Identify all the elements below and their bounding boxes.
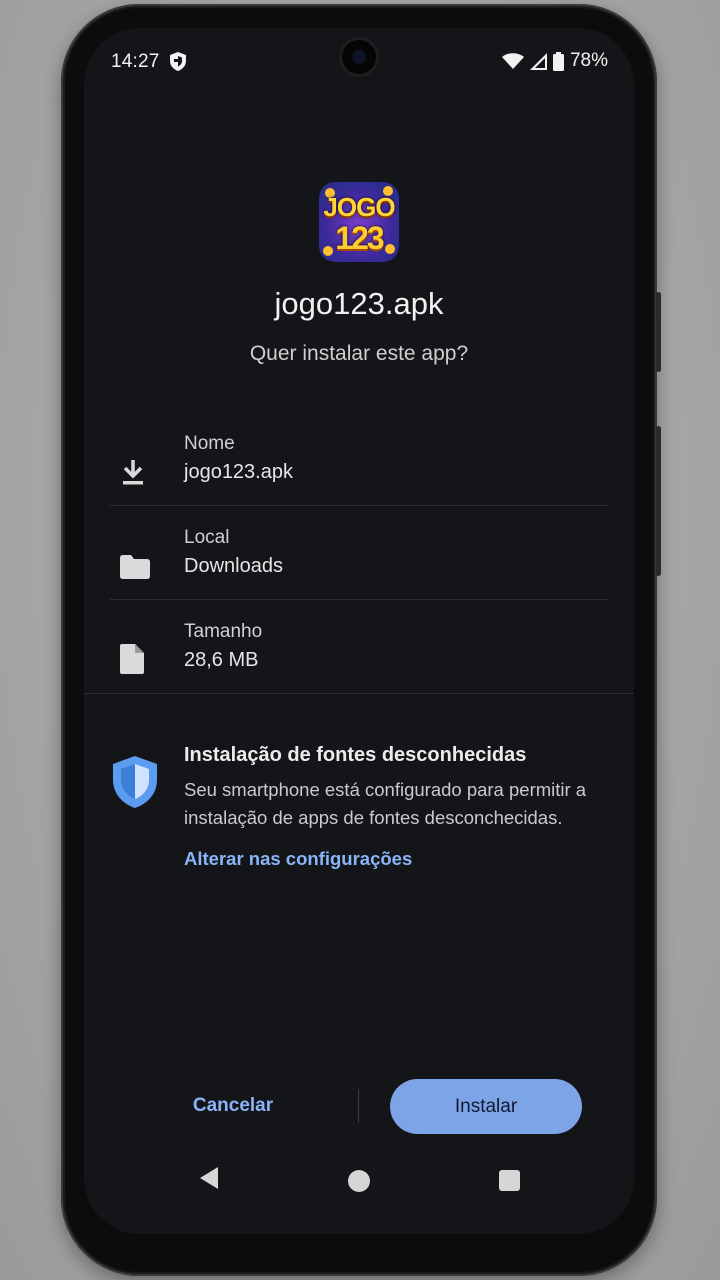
folder-icon — [120, 555, 150, 585]
section-divider — [84, 693, 634, 694]
app-icon: JOGO 123 — [319, 182, 399, 262]
detail-value: Downloads — [184, 555, 283, 577]
wifi-icon — [501, 53, 524, 69]
download-icon — [120, 458, 148, 488]
settings-link[interactable]: Alterar nas configurações — [184, 848, 412, 870]
shield-icon — [113, 756, 157, 813]
install-question: Quer instalar este app? — [249, 342, 469, 365]
signal-icon — [529, 52, 547, 70]
detail-label: Tamanho — [184, 621, 263, 642]
app-icon-text-top: JOGO — [323, 192, 395, 222]
detail-row-location: Local Downloads — [110, 522, 608, 616]
app-title: jogo123.apk — [274, 286, 444, 321]
status-right: 78% — [501, 50, 608, 72]
warning-text: Seu smartphone está configurado para per… — [184, 779, 587, 828]
detail-label: Nome — [184, 433, 235, 454]
battery-icon — [552, 51, 564, 71]
volume-button — [656, 426, 661, 576]
status-time: 14:27 — [111, 51, 160, 72]
cancel-button[interactable]: Cancelar — [156, 1078, 310, 1134]
app-icon-text-bottom: 123 — [335, 220, 384, 256]
status-bar: 14:27 78% — [84, 28, 634, 96]
divider — [110, 505, 608, 506]
detail-value: 28,6 MB — [184, 649, 259, 671]
file-icon — [120, 644, 148, 674]
navigation-bar — [84, 1158, 634, 1234]
detail-row-name: Nome jogo123.apk — [110, 428, 608, 522]
screen: 14:27 78% JOGO 123 jogo123.apk Quer inst… — [84, 28, 634, 1234]
detail-row-size: Tamanho 28,6 MB — [110, 616, 608, 710]
button-separator — [358, 1089, 359, 1123]
detail-label: Local — [184, 527, 230, 548]
home-icon[interactable] — [348, 1170, 370, 1192]
shield-icon — [170, 52, 186, 77]
warning-title: Instalação de fontes desconhecidas — [184, 744, 527, 766]
install-button[interactable]: Instalar — [390, 1079, 582, 1134]
divider — [110, 599, 608, 600]
detail-value: jogo123.apk — [184, 461, 293, 483]
back-icon[interactable] — [198, 1166, 220, 1195]
power-button — [656, 292, 661, 372]
recents-icon[interactable] — [499, 1170, 520, 1191]
battery-percent: 78% — [569, 50, 608, 71]
